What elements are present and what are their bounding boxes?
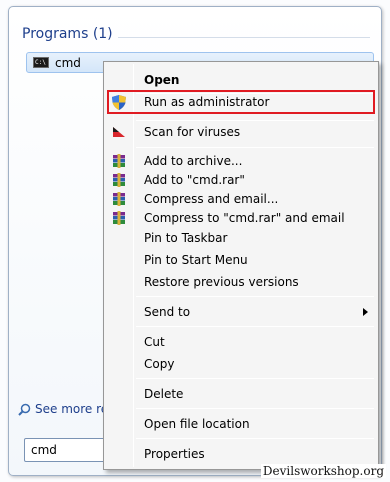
menu-item-label: Compress and email... (144, 192, 279, 206)
site-watermark: Devilsworkshop.org (260, 464, 386, 478)
antivirus-icon (108, 121, 130, 143)
menu-item-pin-to-start-menu[interactable]: Pin to Start Menu (106, 249, 376, 271)
programs-group-header: Programs (1) (22, 26, 113, 42)
menu-separator (136, 438, 374, 439)
menu-item-cut[interactable]: Cut (106, 331, 376, 353)
menu-item-label: Open (144, 73, 180, 87)
menu-item-restore-previous-versions[interactable]: Restore previous versions (106, 271, 376, 293)
menu-item-scan-for-viruses[interactable]: Scan for viruses (106, 121, 376, 143)
context-menu: Open Run as administrator Scan for virus… (103, 61, 379, 470)
submenu-arrow-icon (363, 308, 368, 316)
menu-item-copy[interactable]: Copy (106, 353, 376, 375)
menu-item-properties[interactable]: Properties (106, 443, 376, 465)
menu-item-label: Cut (144, 335, 165, 349)
menu-item-label: Delete (144, 387, 184, 401)
menu-item-label: Add to archive... (144, 154, 243, 168)
menu-separator (136, 296, 374, 297)
menu-separator (136, 408, 374, 409)
highlight-annotation-box (107, 90, 375, 114)
menu-item-open-file-location[interactable]: Open file location (106, 413, 376, 435)
menu-item-label: Properties (144, 447, 205, 461)
menu-item-compress-to-cmd-rar-and-email[interactable]: Compress to "cmd.rar" and email (106, 207, 376, 229)
menu-separator (136, 326, 374, 327)
menu-item-label: Open file location (144, 417, 250, 431)
see-more-results-link[interactable]: See more res (18, 402, 114, 416)
menu-item-delete[interactable]: Delete (106, 383, 376, 405)
group-divider (118, 37, 370, 38)
screenshot-frame: Programs (1) C:\ cmd See more res cmd Op… (0, 0, 390, 482)
menu-item-label: Restore previous versions (144, 275, 299, 289)
menu-item-label: Copy (144, 357, 175, 371)
menu-separator (136, 378, 374, 379)
menu-item-label: Send to (144, 305, 191, 319)
menu-separator (136, 147, 374, 148)
command-prompt-icon: C:\ (33, 57, 49, 68)
winrar-icon (108, 207, 130, 229)
menu-item-label: Pin to Start Menu (144, 253, 248, 267)
menu-item-label: Add to "cmd.rar" (144, 173, 245, 187)
menu-item-label: Compress to "cmd.rar" and email (144, 211, 345, 225)
menu-item-label: Pin to Taskbar (144, 231, 228, 245)
search-icon (18, 403, 31, 416)
menu-item-open[interactable]: Open (106, 69, 376, 91)
search-result-label: cmd (55, 55, 81, 70)
menu-item-send-to[interactable]: Send to (106, 301, 376, 323)
menu-item-label: Scan for viruses (144, 125, 241, 139)
menu-item-pin-to-taskbar[interactable]: Pin to Taskbar (106, 227, 376, 249)
